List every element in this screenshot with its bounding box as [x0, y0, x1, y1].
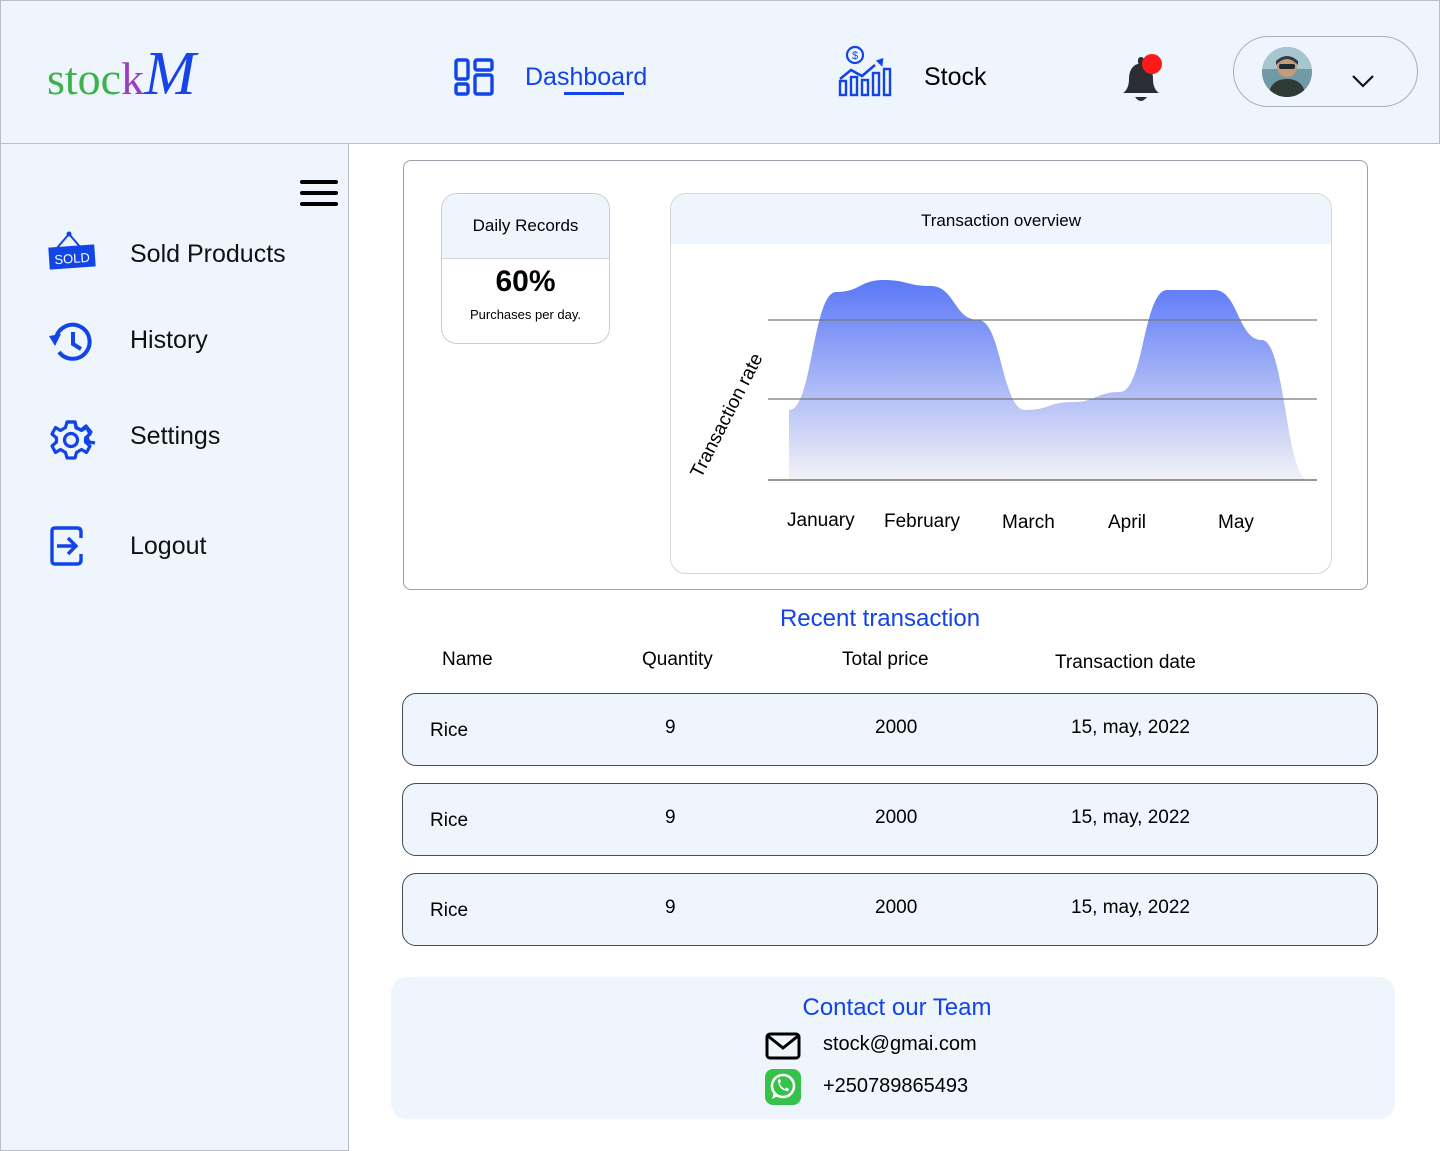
cell-name: Rice: [430, 810, 469, 831]
cell-quantity: 9: [665, 807, 676, 828]
active-nav-underline: [564, 92, 624, 95]
chart-x-tick-label: April: [1108, 512, 1146, 533]
chart-x-tick-label: May: [1218, 512, 1254, 533]
notification-badge: [1142, 54, 1162, 74]
chart-area-series: [789, 280, 1309, 480]
gear-icon: [50, 420, 96, 460]
daily-records-card: Daily Records 60% Purchases per day.: [441, 193, 610, 344]
chart-x-tick-label: February: [884, 511, 961, 532]
sidebar: SOLD Sold Products History Settings Logo…: [0, 144, 349, 1151]
table-row[interactable]: Rice 9 2000 15, may, 2022: [402, 873, 1378, 946]
nav-stock-link[interactable]: Stock: [924, 63, 987, 92]
transaction-chart-card: Transaction overview Transaction rate Ja…: [670, 193, 1332, 574]
table-row[interactable]: Rice 9 2000 15, may, 2022: [402, 783, 1378, 856]
stock-chart-icon[interactable]: $: [837, 45, 893, 97]
sidebar-item-label: History: [130, 326, 208, 354]
column-header-quantity: Quantity: [642, 649, 713, 670]
transaction-chart: Transaction rate January February March Apr…: [687, 280, 1317, 533]
contact-email[interactable]: stock@gmai.com: [823, 1033, 977, 1056]
sidebar-item-settings[interactable]: Settings: [47, 412, 337, 462]
sold-tag-icon: SOLD: [48, 231, 96, 270]
chevron-down-icon[interactable]: [1351, 73, 1375, 89]
cell-date: 15, may, 2022: [1071, 717, 1191, 738]
svg-text:SOLD: SOLD: [54, 250, 90, 267]
sidebar-item-label: Logout: [130, 532, 207, 560]
sidebar-item-history[interactable]: History: [47, 316, 337, 366]
chart-x-tick-label: March: [1002, 512, 1055, 533]
contact-title: Contact our Team: [802, 994, 992, 1021]
nav-dashboard-link[interactable]: Dashboard: [525, 63, 647, 92]
column-header-total-price: Total price: [842, 649, 929, 670]
logout-icon: [50, 526, 83, 566]
hamburger-menu-icon[interactable]: [299, 178, 339, 208]
table-row[interactable]: Rice 9 2000 15, may, 2022: [402, 693, 1378, 766]
sidebar-item-label: Settings: [130, 422, 221, 450]
column-header-transaction-date: Transaction date: [1055, 652, 1196, 673]
contact-section: Contact our Team stock@gmai.com +2507898…: [391, 977, 1395, 1119]
sidebar-item-logout[interactable]: Logout: [47, 522, 337, 572]
app-logo[interactable]: stockM: [47, 39, 196, 110]
daily-records-subtitle: Purchases per day.: [469, 307, 582, 322]
sidebar-item-sold-products[interactable]: SOLD Sold Products: [47, 230, 337, 280]
svg-text:$: $: [852, 50, 858, 62]
cell-name: Rice: [430, 720, 469, 741]
cell-total-price: 2000: [875, 897, 918, 918]
daily-records-value: 60%: [495, 265, 556, 298]
bell-icon[interactable]: [1119, 53, 1165, 107]
daily-records-title: Daily Records: [442, 194, 609, 259]
top-header: stockM Dashboard $ Stock: [0, 0, 1440, 144]
chart-y-axis-label: Transaction rate: [687, 350, 768, 481]
history-icon: [49, 322, 92, 361]
avatar[interactable]: [1262, 47, 1312, 97]
chart-x-tick-label: January: [787, 510, 855, 531]
cell-date: 15, may, 2022: [1071, 897, 1191, 918]
cell-quantity: 9: [665, 897, 676, 918]
dashboard-icon[interactable]: [454, 58, 494, 96]
profile-menu[interactable]: [1233, 36, 1418, 107]
cell-date: 15, may, 2022: [1071, 807, 1191, 828]
cell-total-price: 2000: [875, 807, 918, 828]
sidebar-item-label: Sold Products: [130, 240, 286, 268]
column-header-name: Name: [442, 649, 493, 670]
cell-name: Rice: [430, 900, 469, 921]
contact-phone[interactable]: +250789865493: [823, 1075, 968, 1098]
cell-quantity: 9: [665, 717, 676, 738]
whatsapp-icon: [765, 1069, 801, 1105]
recent-transactions-title: Recent transaction: [779, 605, 981, 632]
mail-icon: [765, 1032, 801, 1060]
cell-total-price: 2000: [875, 717, 918, 738]
